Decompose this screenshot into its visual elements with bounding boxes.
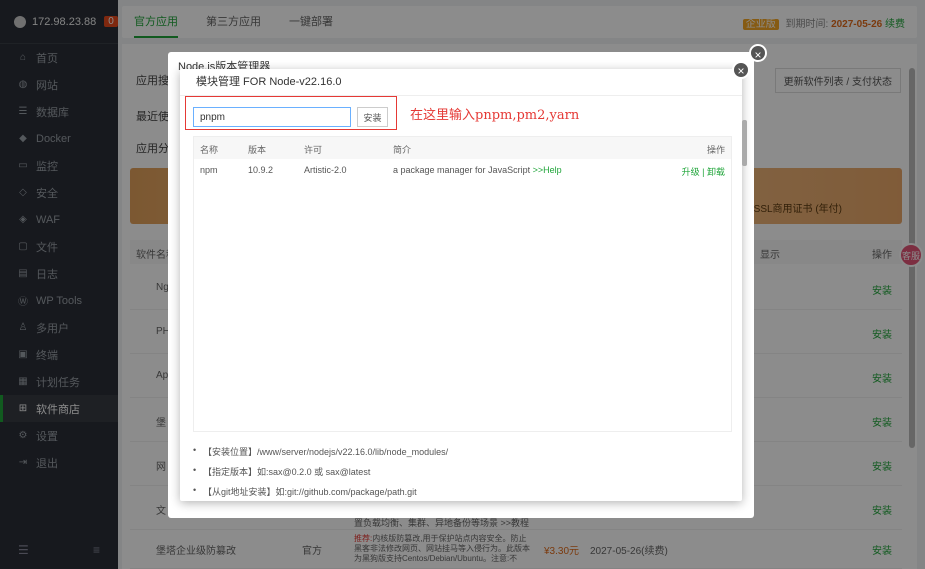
module-table-header: 名称 版本 许可 简介 操作 (194, 137, 731, 159)
uninstall-link[interactable]: 卸载 (707, 167, 725, 177)
note-item: 【安装位置】/www/server/nodejs/v22.16.0/lib/no… (193, 445, 448, 458)
col-desc: 简介 (393, 145, 412, 155)
col-license: 许可 (304, 145, 323, 155)
col-ops: 操作 (706, 145, 725, 155)
module-manager-dialog: 模块管理 FOR Node-v22.16.0 安装 在这里输入pnpm,pm2,… (180, 69, 742, 501)
module-name-input[interactable] (193, 107, 351, 127)
close-icon[interactable]: × (732, 61, 750, 79)
module-table: 名称 版本 许可 简介 操作 npm 10.9.2 Artistic-2.0 a… (193, 136, 732, 432)
dialog-scrollbar[interactable] (742, 120, 747, 166)
help-link[interactable]: >>Help (533, 165, 562, 175)
upgrade-link[interactable]: 升级 (682, 167, 700, 177)
install-button[interactable]: 安装 (357, 107, 388, 127)
install-notes: 【安装位置】/www/server/nodejs/v22.16.0/lib/no… (193, 445, 448, 505)
note-item: 【指定版本】如:sax@0.2.0 或 sax@latest (193, 465, 448, 478)
col-version: 版本 (248, 145, 267, 155)
annotation-hint: 在这里输入pnpm,pm2,yarn (410, 108, 580, 123)
table-row: npm 10.9.2 Artistic-2.0 a package manage… (200, 165, 725, 177)
col-name: 名称 (200, 145, 219, 155)
separator: | (702, 167, 705, 177)
dialog-title: 模块管理 FOR Node-v22.16.0 (180, 69, 742, 96)
close-icon[interactable]: × (749, 44, 767, 62)
note-item: 【从git地址安装】如:git://github.com/package/pat… (193, 485, 448, 498)
